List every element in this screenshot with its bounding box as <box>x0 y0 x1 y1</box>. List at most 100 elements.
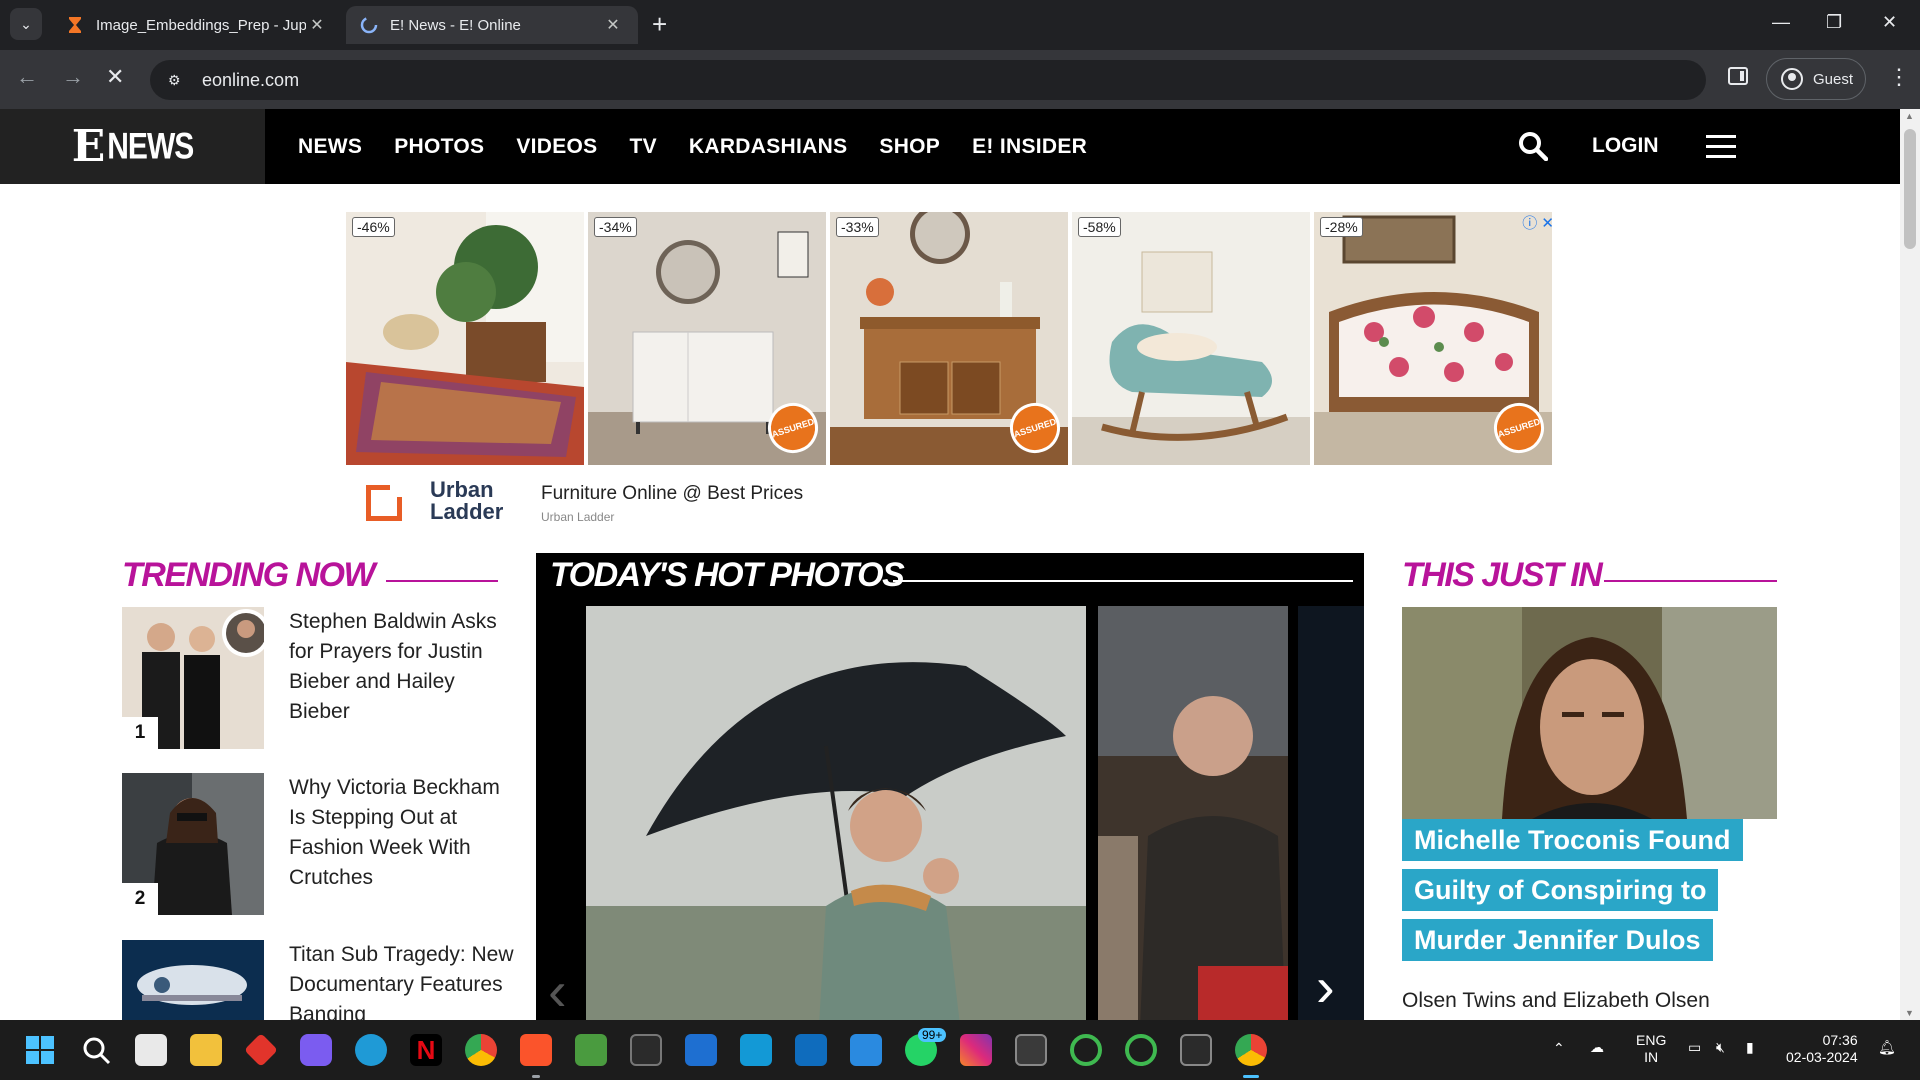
edge-icon[interactable] <box>355 1034 387 1066</box>
green-ring-app-icon[interactable] <box>1070 1034 1102 1066</box>
discount-badge: -34% <box>594 217 637 237</box>
hourglass-icon <box>69 17 81 33</box>
language-indicator[interactable]: ENG IN <box>1636 1032 1666 1066</box>
terminal-icon[interactable] <box>1180 1034 1212 1066</box>
browser-toolbar: ← → ✕ ⚙ eonline.com Guest ⋮ <box>0 50 1920 109</box>
nav-e-insider[interactable]: E! INSIDER <box>972 135 1087 159</box>
close-window-icon[interactable]: ✕ <box>1882 12 1897 33</box>
red-diamond-app-icon[interactable] <box>244 1033 278 1067</box>
ad-footer[interactable]: Urban Ladder Furniture Online @ Best Pri… <box>346 477 1246 527</box>
carousel-next-arrow[interactable]: › <box>1316 959 1335 1015</box>
hamburger-menu-icon[interactable] <box>1706 135 1736 159</box>
discount-badge: -46% <box>352 217 395 237</box>
clock[interactable]: 07:36 02-03-2024 <box>1786 1032 1858 1066</box>
network-icon[interactable]: ▭ <box>1688 1039 1701 1056</box>
prime-video-icon[interactable] <box>740 1034 772 1066</box>
eonline-logo[interactable]: E NEWS <box>0 109 265 184</box>
store-icon[interactable] <box>135 1034 167 1066</box>
scroll-up-icon[interactable]: ▲ <box>1905 111 1914 121</box>
green-ring-app-icon[interactable] <box>1125 1034 1157 1066</box>
loading-spinner-icon <box>360 16 378 34</box>
menu-kebab-icon[interactable]: ⋮ <box>1888 64 1910 90</box>
nav-shop[interactable]: SHOP <box>879 135 940 159</box>
volume-muted-icon[interactable]: 🔇︎ <box>1716 1039 1725 1056</box>
just-in-headline[interactable]: Murder Jennifer Dulos <box>1402 919 1713 961</box>
login-link[interactable]: LOGIN <box>1592 134 1659 158</box>
tab-search-button[interactable]: ⌄ <box>10 8 42 40</box>
page-scrollbar[interactable]: ▲ ▼ <box>1900 109 1920 1020</box>
trending-title[interactable]: Why Victoria Beckham Is Stepping Out at … <box>289 773 514 893</box>
netflix-icon[interactable]: N <box>410 1034 442 1066</box>
nav-news[interactable]: NEWS <box>298 135 362 159</box>
just-in-headline[interactable]: Michelle Troconis Found <box>1402 819 1743 861</box>
profile-button[interactable]: Guest <box>1766 58 1866 100</box>
cloud-icon[interactable]: ☁ <box>1590 1039 1604 1056</box>
chrome-icon[interactable] <box>465 1034 497 1066</box>
show-hidden-icons-icon[interactable]: ⌃ <box>1553 1040 1565 1057</box>
purple-app-icon[interactable] <box>300 1034 332 1066</box>
just-in-image[interactable] <box>1402 607 1777 819</box>
trending-item[interactable]: 2 Why Victoria Beckham Is Stepping Out a… <box>122 773 512 915</box>
forward-arrow-icon[interactable]: → <box>62 64 84 90</box>
hot-photo[interactable] <box>1098 606 1288 1020</box>
notification-bell-icon[interactable]: 🔔︎ <box>1878 1039 1896 1056</box>
tab-jupyter[interactable]: Image_Embeddings_Prep - Jupy ✕ <box>52 6 342 44</box>
site-info-icon[interactable]: ⚙ <box>168 72 188 89</box>
ad-product-tile[interactable]: -58% <box>1072 212 1310 465</box>
back-arrow-icon[interactable]: ← <box>16 64 38 90</box>
file-explorer-icon[interactable] <box>190 1034 222 1066</box>
section-rule <box>386 580 498 582</box>
ad-product-tile[interactable]: -33% ASSURED <box>830 212 1068 465</box>
trending-title[interactable]: Titan Sub Tragedy: New Documentary Featu… <box>289 940 514 1020</box>
restore-icon[interactable]: ❐ <box>1826 12 1842 33</box>
trending-thumbnail[interactable]: 1 <box>122 607 264 749</box>
url-text[interactable]: eonline.com <box>202 70 299 91</box>
search-icon[interactable] <box>80 1034 112 1066</box>
scrollbar-thumb[interactable] <box>1904 129 1916 249</box>
nav-kardashians[interactable]: KARDASHIANS <box>689 135 847 159</box>
site-header: E NEWS NEWS PHOTOS VIDEOS TV KARDASHIANS… <box>0 109 1900 184</box>
close-tab-icon[interactable]: ✕ <box>306 15 328 35</box>
trending-item[interactable]: 3 Titan Sub Tragedy: New Documentary Fea… <box>122 940 514 1020</box>
trending-item[interactable]: 1 Stephen Baldwin Asks for Prayers for J… <box>122 607 512 749</box>
terminal-window-icon[interactable] <box>630 1034 662 1066</box>
search-icon[interactable] <box>1518 131 1548 161</box>
ad-product-tile[interactable]: -46% <box>346 212 584 465</box>
photos-icon[interactable] <box>575 1034 607 1066</box>
section-rule <box>893 580 1353 582</box>
new-tab-button[interactable]: + <box>652 10 667 38</box>
vscode-icon[interactable] <box>850 1034 882 1066</box>
nav-tv[interactable]: TV <box>629 135 656 159</box>
close-tab-icon[interactable]: ✕ <box>602 15 624 35</box>
outlook-icon[interactable] <box>795 1034 827 1066</box>
minimize-icon[interactable]: — <box>1772 12 1790 33</box>
stop-loading-icon[interactable]: ✕ <box>106 64 124 90</box>
instagram-icon[interactable] <box>960 1034 992 1066</box>
trending-thumbnail[interactable]: 3 <box>122 940 264 1020</box>
ad-headline[interactable]: Furniture Online @ Best Prices <box>541 483 803 505</box>
nav-photos[interactable]: PHOTOS <box>394 135 484 159</box>
adchoices-icon[interactable]: ⓘ ✕ <box>1522 212 1554 233</box>
console-app-icon[interactable] <box>1015 1034 1047 1066</box>
tab-strip: ⌄ Image_Embeddings_Prep - Jupy ✕ E! News… <box>0 0 1920 50</box>
blue-app-icon[interactable] <box>685 1034 717 1066</box>
just-in-headline[interactable]: Guilty of Conspiring to <box>1402 869 1719 911</box>
ad-product-tile[interactable]: -34% ASSURED <box>588 212 826 465</box>
tab-eonline[interactable]: E! News - E! Online ✕ <box>346 6 638 44</box>
trending-thumbnail[interactable]: 2 <box>122 773 264 915</box>
trending-title[interactable]: Stephen Baldwin Asks for Prayers for Jus… <box>289 607 514 727</box>
hot-photo[interactable] <box>586 606 1086 1020</box>
carousel-prev-arrow[interactable]: ‹ <box>548 963 567 1019</box>
address-bar[interactable]: ⚙ eonline.com <box>150 60 1706 100</box>
ad-product-tile[interactable]: -28% ASSURED <box>1314 212 1552 465</box>
windows-start-icon[interactable] <box>24 1034 56 1066</box>
battery-icon[interactable]: ▮ <box>1746 1039 1754 1056</box>
chrome-active-icon[interactable] <box>1235 1034 1267 1066</box>
scroll-down-icon[interactable]: ▼ <box>1905 1008 1914 1018</box>
nav-videos[interactable]: VIDEOS <box>516 135 597 159</box>
side-panel-icon[interactable] <box>1728 67 1748 85</box>
discount-badge: -33% <box>836 217 879 237</box>
just-in-next-story[interactable]: Olsen Twins and Elizabeth Olsen <box>1402 989 1710 1013</box>
advertisement[interactable]: -46% -34% ASSURED -33% ASSURED -58% -28%… <box>346 212 1554 524</box>
brave-icon[interactable] <box>520 1034 552 1066</box>
